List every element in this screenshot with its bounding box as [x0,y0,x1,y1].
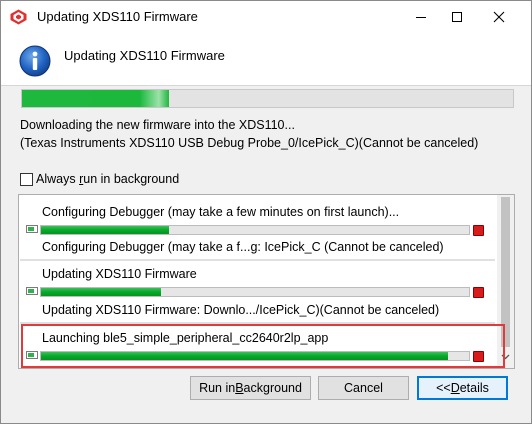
job-progress-icon [26,287,38,295]
job-divider [20,259,495,261]
checkbox-box[interactable] [20,172,33,186]
job-progress [26,225,470,235]
stop-icon[interactable] [473,225,484,236]
job-progress [26,287,470,297]
dialog-window: Updating XDS110 Firmware Updating XDS110… [0,0,532,424]
stop-icon[interactable] [473,287,484,298]
checkbox-label: Always run in background [36,172,180,186]
minimize-icon [416,17,426,18]
job-progress-icon [26,225,38,233]
job-detail: Updating XDS110 Firmware: Downlo.../IceP… [42,303,440,317]
run-in-background-checkbox[interactable]: Always run in background [20,172,179,186]
window-title: Updating XDS110 Firmware [37,9,198,24]
cancel-button[interactable]: Cancel [318,376,409,400]
status-detail: (Texas Instruments XDS110 USB Debug Prob… [20,136,479,150]
maximize-icon [452,12,462,22]
maximize-button[interactable] [435,1,479,33]
overall-progress-fill [22,90,170,107]
run-in-background-button[interactable]: Run in Background [190,376,311,400]
details-button[interactable]: << Details [417,376,508,400]
dialog-header: Updating XDS110 Firmware [1,33,531,85]
job-progress-fill [41,226,170,234]
header-divider [1,85,531,86]
overall-progress-bar [21,89,514,108]
job-detail: Configuring Debugger (may take a f...g: … [42,240,444,254]
close-button[interactable] [477,1,521,33]
job-name: Configuring Debugger (may take a few min… [42,205,400,219]
job-name: Updating XDS110 Firmware [42,267,197,281]
header-title: Updating XDS110 Firmware [64,48,225,63]
ccs-app-icon [10,9,27,25]
job-progress-fill [41,288,161,296]
info-icon [19,45,51,77]
status-message: Downloading the new firmware into the XD… [20,118,295,132]
title-bar[interactable]: Updating XDS110 Firmware [1,1,531,33]
highlight-annotation [21,324,505,368]
close-icon [493,11,505,23]
